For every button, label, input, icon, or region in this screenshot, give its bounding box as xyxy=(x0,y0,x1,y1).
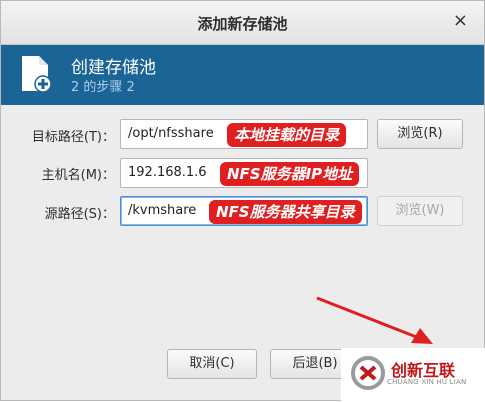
wizard-header: 创建存储池 2 的步骤 2 xyxy=(1,45,484,105)
browse-target-button[interactable]: 浏览(R) xyxy=(377,119,463,149)
brand-logo-icon xyxy=(351,356,385,390)
add-storage-pool-dialog: 添加新存储池 × 创建存储池 2 的步骤 2 目标路径(T)： /opt/nfs… xyxy=(0,0,485,402)
browse-source-button[interactable]: 浏览(W) xyxy=(377,196,463,226)
host-annotation: NFS服务器IP地址 xyxy=(220,162,360,186)
source-path-label: 源路径(S)： xyxy=(44,207,115,222)
host-name-label: 主机名(M)： xyxy=(41,168,115,183)
dialog-title: 添加新存储池 xyxy=(197,15,288,33)
new-file-icon xyxy=(22,56,52,93)
source-annotation: NFS服务器共享目录 xyxy=(209,200,362,224)
close-icon[interactable]: × xyxy=(453,11,468,31)
header-title: 创建存储池 xyxy=(71,58,156,78)
arrow-annotation xyxy=(316,296,433,344)
target-path-annotation: 本地挂载的目录 xyxy=(227,123,347,147)
cancel-button[interactable]: 取消(C) xyxy=(167,349,257,379)
title-bar: 添加新存储池 × xyxy=(1,1,484,45)
target-path-label: 目标路径(T)： xyxy=(31,130,115,145)
brand-subtitle: CHUANG XIN HU LIAN xyxy=(387,378,467,386)
brand-watermark: 创新互联 CHUANG XIN HU LIAN xyxy=(341,348,485,402)
step-indicator: 2 的步骤 2 xyxy=(71,80,135,95)
